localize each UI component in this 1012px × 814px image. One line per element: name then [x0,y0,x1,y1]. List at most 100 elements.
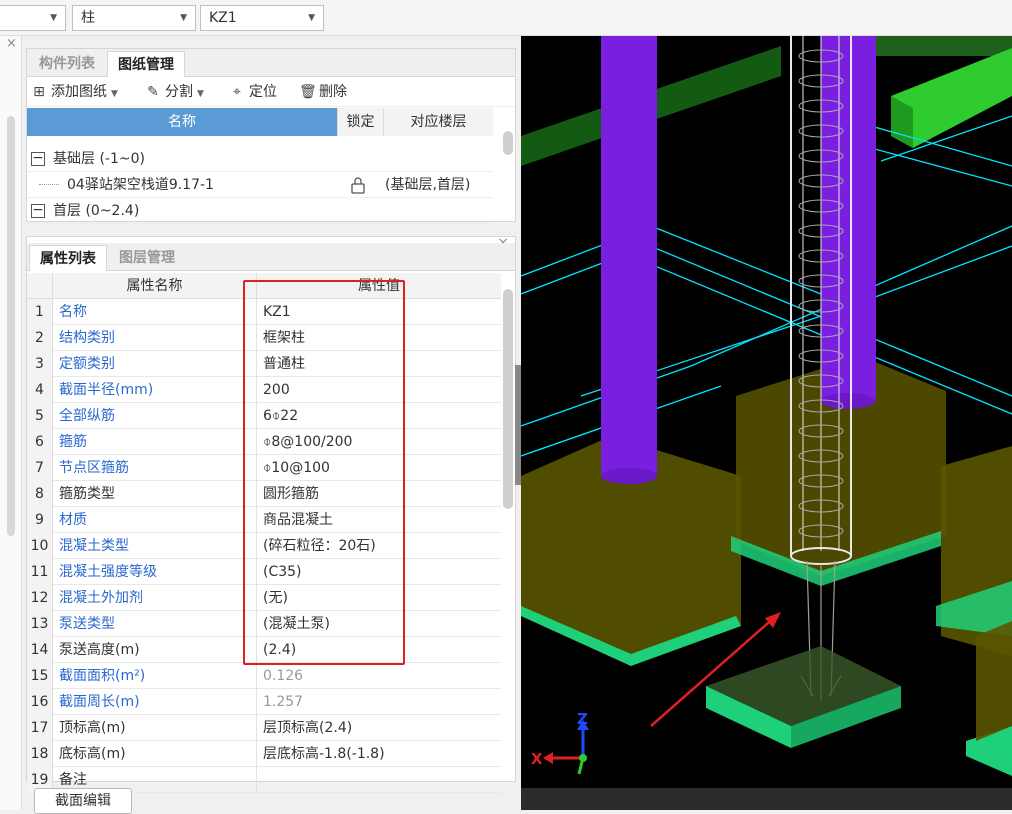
component-type-value: 柱 [81,10,95,26]
property-row[interactable]: 15 截面面积(m²) 0.126 [27,663,501,689]
property-row[interactable]: 18 底标高(m) 层底标高-1.8(-1.8) [27,741,501,767]
property-row[interactable]: 11 混凝土强度等级 (C35) [27,559,501,585]
property-name: 定额类别 [53,351,257,377]
property-row[interactable]: 3 定额类别 普通柱 [27,351,501,377]
property-value[interactable] [257,767,501,793]
property-value[interactable]: (无) [257,585,501,611]
row-number: 8 [27,481,53,507]
property-value[interactable]: 0.126 [257,663,501,689]
property-name: 箍筋类型 [53,481,257,507]
property-row[interactable]: 13 泵送类型 (混凝土泵) [27,611,501,637]
row-number-header [27,273,53,299]
column-floor-header[interactable]: 对应楼层 [383,108,493,136]
property-value[interactable]: (碎石粒径：20石) [257,533,501,559]
property-row[interactable]: 10 混凝土类型 (碎石粒径：20石) [27,533,501,559]
tree-row-label: 04驿站架空栈道9.17-1 [67,177,214,193]
property-value[interactable]: 圆形箍筋 [257,481,501,507]
delete-label: 删除 [319,84,347,100]
delete-button[interactable]: 🗑 删除 [299,81,347,103]
footing-right [936,446,1012,776]
drawing-scrollbar[interactable] [503,131,513,155]
row-number: 15 [27,663,53,689]
property-value[interactable]: (2.4) [257,637,501,663]
property-row[interactable]: 12 混凝土外加剂 (无) [27,585,501,611]
collapse-toggle[interactable]: − [31,203,45,218]
properties-scrollbar[interactable] [503,289,513,509]
trash-icon: 🗑 [299,84,317,100]
property-row[interactable]: 14 泵送高度(m) (2.4) [27,637,501,663]
property-name: 底标高(m) [53,741,257,767]
property-row[interactable]: 17 顶标高(m) 层顶标高(2.4) [27,715,501,741]
tab-layer-management[interactable]: 图层管理 [109,245,185,271]
property-value[interactable]: 商品混凝土 [257,507,501,533]
row-number: 2 [27,325,53,351]
tab-component-list[interactable]: 构件列表 [29,51,105,77]
property-value[interactable]: KZ1 [257,299,501,325]
row-number: 9 [27,507,53,533]
3d-viewport[interactable]: Z X [521,36,1012,810]
property-value[interactable]: 200 [257,377,501,403]
row-number: 12 [27,585,53,611]
drawing-management-panel: × 构件列表 图纸管理 ⊞添加图纸▼ ✎分割▼ ⌖定位 🗑删除 名称 锁定 对应… [26,47,516,224]
locate-button[interactable]: ⌖ 定位 [229,81,277,103]
component-type-combo[interactable]: 柱 ▼ [72,5,196,31]
property-value[interactable]: 层顶标高(2.4) [257,715,501,741]
property-value[interactable]: 层底标高-1.8(-1.8) [257,741,501,767]
section-edit-button[interactable]: 截面编辑 [34,788,132,814]
left-scrollbar[interactable] [7,116,15,536]
split-label: 分割 [165,84,193,100]
property-row[interactable]: 7 节点区箍筋 ⌽10@100 [27,455,501,481]
chevron-down-icon: ▼ [197,89,204,99]
property-name: 材质 [53,507,257,533]
left-collapsed-panel: × [0,36,22,810]
row-number: 16 [27,689,53,715]
property-name: 泵送高度(m) [53,637,257,663]
property-value[interactable]: 普通柱 [257,351,501,377]
row-number: 4 [27,377,53,403]
axis-gizmo: Z X [531,710,589,775]
tree-row-label: 基础层 (-1~0) [53,151,145,167]
property-value[interactable]: (混凝土泵) [257,611,501,637]
add-drawing-button[interactable]: ⊞ 添加图纸 ▼ [31,81,118,103]
row-number: 13 [27,611,53,637]
close-icon[interactable]: × [6,36,17,51]
property-row[interactable]: 4 截面半径(mm) 200 [27,377,501,403]
property-value[interactable]: 框架柱 [257,325,501,351]
column-name-header[interactable]: 名称 [27,108,337,136]
collapse-toggle[interactable]: − [31,151,45,166]
property-row[interactable]: 1 名称 KZ1 [27,299,501,325]
tree-row-first-floor[interactable]: − 首层 (0~2.4) [27,198,493,224]
properties-panel-tabs: 属性列表 图层管理 [27,243,515,271]
floor-combo[interactable]: ▼ [0,5,66,31]
component-value: KZ1 [209,10,237,26]
add-drawing-icon: ⊞ [33,84,45,100]
row-number: 10 [27,533,53,559]
chevron-down-icon: ▼ [111,89,118,99]
property-name: 结构类别 [53,325,257,351]
split-button[interactable]: ✎ 分割 ▼ [145,81,204,103]
property-row[interactable]: 9 材质 商品混凝土 [27,507,501,533]
property-value[interactable]: (C35) [257,559,501,585]
property-name: 截面周长(m) [53,689,257,715]
property-row[interactable]: 6 箍筋 ⌽8@100/200 [27,429,501,455]
tree-row-foundation[interactable]: − 基础层 (-1~0) [27,146,493,172]
property-value[interactable]: ⌽10@100 [257,455,501,481]
tab-drawing-management[interactable]: 图纸管理 [107,51,185,77]
tab-property-list[interactable]: 属性列表 [29,245,107,271]
property-value[interactable]: 1.257 [257,689,501,715]
property-row[interactable]: 8 箍筋类型 圆形箍筋 [27,481,501,507]
row-number: 3 [27,351,53,377]
row-number: 6 [27,429,53,455]
property-row[interactable]: 2 结构类别 框架柱 [27,325,501,351]
property-value[interactable]: 6⌽22 [257,403,501,429]
component-combo[interactable]: KZ1 ▼ [200,5,324,31]
property-value[interactable]: ⌽8@100/200 [257,429,501,455]
property-name: 截面面积(m²) [53,663,257,689]
property-row[interactable]: 16 截面周长(m) 1.257 [27,689,501,715]
drawing-panel-tabs: 构件列表 图纸管理 [27,49,515,77]
property-row[interactable]: 5 全部纵筋 6⌽22 [27,403,501,429]
tree-row-drawing[interactable]: 04驿站架空栈道9.17-1 (基础层,首层) [27,172,493,198]
locate-icon: ⌖ [233,84,241,100]
column-lock-header[interactable]: 锁定 [337,108,383,136]
property-name: 混凝土类型 [53,533,257,559]
